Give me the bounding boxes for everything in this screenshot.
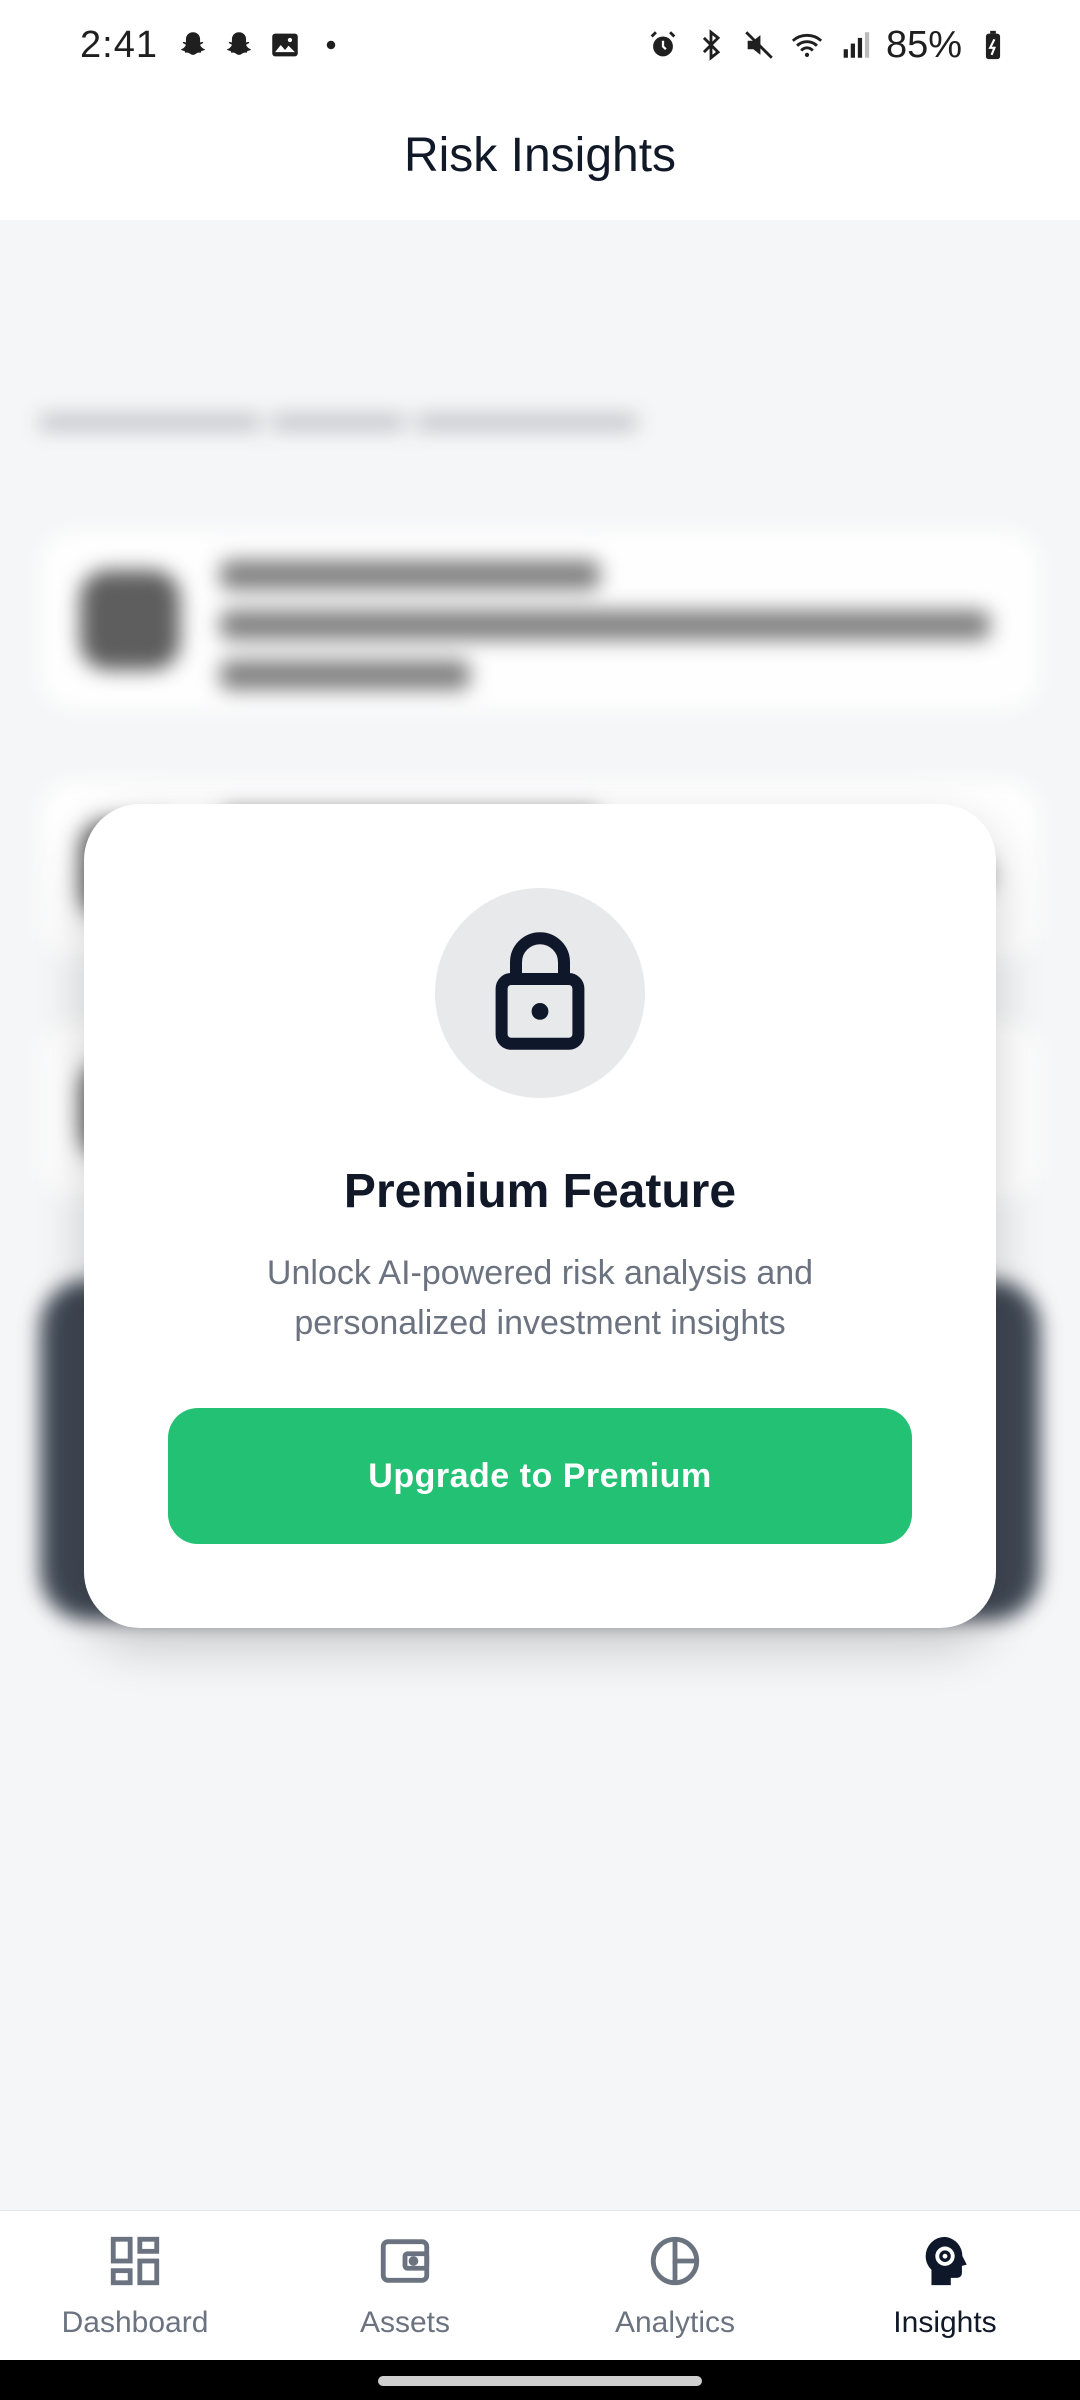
lock-icon xyxy=(492,931,588,1056)
brain-gear-icon xyxy=(916,2232,974,2298)
home-indicator[interactable] xyxy=(378,2376,702,2386)
nav-label-dashboard: Dashboard xyxy=(61,2306,209,2339)
image-icon xyxy=(268,28,302,62)
system-icons: 85% xyxy=(646,24,1010,67)
bottom-nav: Dashboard Assets Analytics Insights xyxy=(0,2210,1080,2361)
battery-percent: 85% xyxy=(885,23,962,66)
nav-label-analytics: Analytics xyxy=(614,2306,736,2339)
gesture-bar xyxy=(0,2360,1080,2400)
nav-item-assets[interactable]: Assets xyxy=(270,2211,540,2361)
upgrade-button[interactable]: Upgrade to Premium xyxy=(168,1408,912,1544)
nav-item-analytics[interactable]: Analytics xyxy=(540,2211,810,2361)
bluetooth-icon xyxy=(694,28,728,62)
premium-modal: Premium Feature Unlock AI-powered risk a… xyxy=(84,804,996,1628)
nav-item-dashboard[interactable]: Dashboard xyxy=(0,2211,270,2361)
nav-label-assets: Assets xyxy=(359,2306,451,2339)
pie-chart-icon xyxy=(646,2232,704,2298)
dot-icon xyxy=(314,28,348,62)
snapchat-icon xyxy=(176,28,210,62)
modal-title: Premium Feature xyxy=(343,1165,737,1218)
nav-label-insights: Insights xyxy=(893,2306,997,2339)
nav-item-insights[interactable]: Insights xyxy=(810,2211,1080,2361)
status-bar: 2:41 85% xyxy=(0,0,1080,90)
dashboard-icon xyxy=(106,2232,164,2298)
status-time: 2:41 xyxy=(80,23,158,66)
alarm-icon xyxy=(646,28,680,62)
snapchat-icon xyxy=(222,28,256,62)
wallet-icon xyxy=(376,2232,434,2298)
modal-description: Unlock AI-powered risk analysis and pers… xyxy=(266,1254,814,1342)
notification-icons xyxy=(176,28,348,62)
lock-badge xyxy=(435,888,645,1098)
signal-icon xyxy=(838,28,872,62)
wifi-icon xyxy=(790,28,824,62)
battery-icon xyxy=(976,28,1010,62)
app-header: Risk Insights xyxy=(0,90,1080,220)
mute-icon xyxy=(742,28,776,62)
page-title: Risk Insights xyxy=(403,128,677,182)
